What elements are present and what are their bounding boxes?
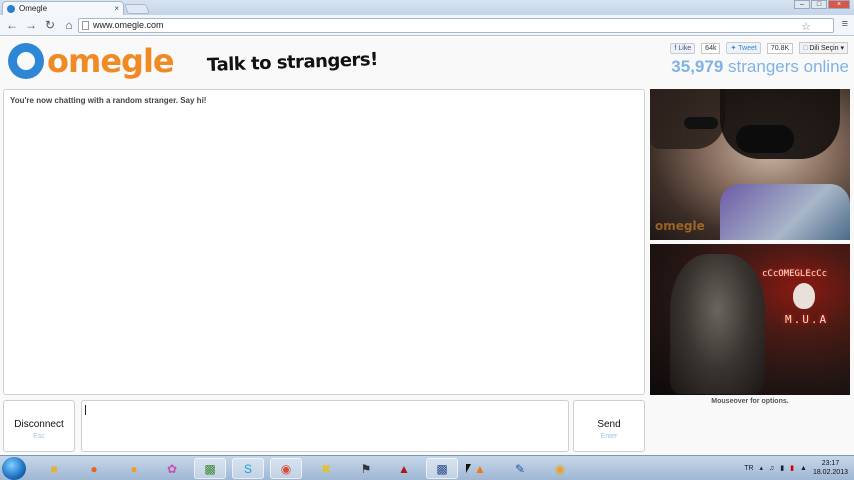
norton-icon[interactable]: ✖ (310, 458, 342, 479)
window-close-button[interactable]: × (828, 0, 850, 9)
disconnect-button[interactable]: Disconnect Esc (3, 400, 75, 452)
clock-date: 18.02.2013 (812, 469, 848, 476)
window-controls: – □ × (794, 0, 850, 9)
back-arrow-icon[interactable]: ← (4, 17, 20, 33)
clock[interactable]: 23:17 18.02.2013 (813, 459, 848, 477)
home-icon[interactable]: ⌂ (61, 17, 77, 33)
status-message: You're now chatting with a random strang… (10, 96, 207, 105)
online-count: 35,979 (671, 57, 724, 76)
tray-expand-icon[interactable]: ▴ (760, 464, 764, 472)
send-label: Send (597, 419, 621, 430)
clock-time: 23:17 (821, 460, 840, 467)
picasa-icon[interactable]: ✿ (156, 458, 188, 479)
mask-icon (793, 283, 815, 309)
stranger-video-shape (736, 125, 794, 153)
omegle-favicon-icon (7, 4, 15, 13)
wrench-menu-icon[interactable]: ≡ (842, 18, 848, 30)
tab-close-button[interactable]: × (114, 4, 119, 13)
stranger-video[interactable]: omegle (650, 89, 850, 240)
mouseover-hint: Mouseover for options. (711, 398, 789, 405)
social-bar: f Like 64k ✦ Tweet 70.8K □ Dili Seçin ▾ (670, 42, 848, 54)
network-tray-icon[interactable]: ▮ (780, 464, 784, 472)
firefox-icon[interactable]: ● (78, 458, 110, 479)
disconnect-hint: Esc (33, 433, 45, 440)
omegle-logo[interactable]: omegle (8, 42, 175, 80)
signal-icon[interactable]: ▲ (800, 465, 807, 472)
facebook-like-button[interactable]: f Like (670, 42, 696, 54)
online-counter: 35,979 strangers online (671, 57, 849, 77)
neon-sign-title: cCcOMEGLEcCc (762, 269, 828, 279)
microphone-icon[interactable]: ✎ (504, 458, 536, 479)
tagline: Talk to strangers! (206, 49, 379, 76)
language-label: Dili Seçin (809, 45, 839, 52)
like-label: Like (678, 44, 692, 52)
save-icon[interactable]: ▩ (426, 458, 458, 479)
send-button[interactable]: Send Enter (573, 400, 645, 452)
self-video[interactable]: cCcOMEGLEcCc M.U.A (650, 244, 850, 395)
browser-tab[interactable]: Omegle × (2, 1, 124, 15)
omegle-logo-icon (8, 43, 44, 79)
reload-icon[interactable]: ↻ (42, 17, 58, 33)
language-select[interactable]: □ Dili Seçin ▾ (799, 42, 848, 54)
google-translate-icon: □ (803, 45, 808, 52)
chat-controls: Disconnect Esc Send Enter (3, 400, 645, 452)
forward-arrow-icon[interactable]: → (23, 17, 39, 33)
online-label: strangers online (728, 57, 849, 76)
stranger-video-shape (720, 184, 850, 240)
folder-icon[interactable]: ■ (38, 458, 70, 479)
neon-sign-subtitle: M.U.A (785, 313, 829, 326)
logo-text: omegle (47, 42, 175, 80)
text-caret (85, 405, 86, 415)
taskbar: ■ ● ● ✿ ▩ S ◉ ✖ ⚑ ▲ ▩ ▲ ✎ ◉ TR ▴ ♫ ▮ ▮ ▲… (0, 455, 854, 480)
stranger-video-shape (684, 117, 718, 129)
page-icon (82, 21, 89, 30)
browser-toolbar: ← → ↻ ⌂ www.omegle.com ☆ ≡ (0, 15, 854, 36)
app-icon[interactable]: ▲ (388, 458, 420, 479)
disconnect-label: Disconnect (14, 419, 64, 430)
volume-icon[interactable]: ♫ (769, 465, 774, 472)
mouse-cursor-icon (466, 464, 471, 473)
facebook-icon: f (674, 44, 677, 52)
chevron-down-icon: ▾ (840, 45, 844, 52)
start-button[interactable] (2, 457, 26, 480)
tweet-button[interactable]: ✦ Tweet (726, 42, 761, 54)
tweet-count: 70.8K (766, 42, 794, 54)
omegle-page: omegle Talk to strangers! f Like 64k ✦ T… (0, 37, 854, 455)
message-input[interactable] (81, 400, 569, 452)
address-url: www.omegle.com (93, 20, 164, 30)
tweet-label: Tweet (738, 45, 757, 52)
media-player-icon[interactable]: ● (118, 458, 150, 479)
language-indicator[interactable]: TR (744, 465, 753, 472)
send-hint: Enter (600, 433, 618, 440)
skype-icon[interactable]: S (232, 458, 264, 479)
battery-icon[interactable]: ▮ (790, 464, 794, 472)
address-bar[interactable]: www.omegle.com ☆ (78, 18, 834, 33)
counter-strike-icon[interactable]: ⚑ (350, 458, 382, 479)
twitter-bird-icon: ✦ (730, 45, 737, 52)
like-count: 64k (701, 42, 721, 54)
network-icon[interactable]: ▩ (194, 458, 226, 479)
browser-title-bar: Omegle × – □ × (0, 0, 854, 15)
video-watermark: omegle (655, 219, 705, 233)
tab-title: Omegle (19, 4, 48, 13)
new-tab-button[interactable] (124, 4, 150, 14)
maximize-button[interactable]: □ (811, 0, 827, 9)
avast-icon[interactable]: ◉ (544, 458, 576, 479)
bookmark-star-icon[interactable]: ☆ (801, 21, 811, 34)
chat-log[interactable]: You're now chatting with a random strang… (3, 89, 645, 395)
minimize-button[interactable]: – (794, 0, 810, 9)
system-tray: TR ▴ ♫ ▮ ▮ ▲ 23:17 18.02.2013 (744, 459, 848, 477)
self-video-shape (670, 254, 765, 394)
chrome-icon[interactable]: ◉ (270, 458, 302, 479)
